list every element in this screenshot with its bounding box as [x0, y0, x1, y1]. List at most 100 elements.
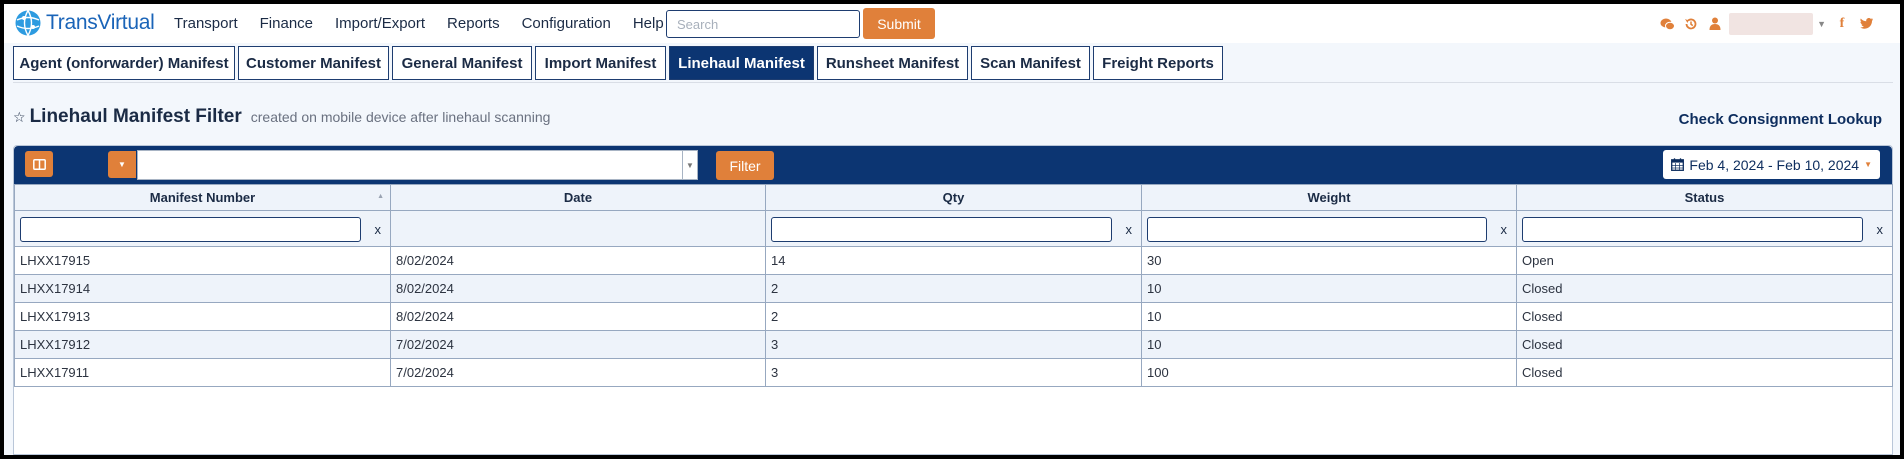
filter-input-manifest-number[interactable] [20, 217, 361, 242]
cell-status: Closed [1516, 302, 1893, 331]
clear-filter-weight[interactable]: x [1501, 222, 1508, 237]
tab-general-manifest[interactable]: General Manifest [392, 46, 532, 80]
col-header-date[interactable]: Date [390, 184, 766, 211]
page-heading: ☆ Linehaul Manifest Filter created on mo… [13, 106, 550, 128]
page-title: Linehaul Manifest Filter [29, 106, 242, 127]
table-row[interactable]: LHXX17915 8/02/2024 14 30 Open [14, 246, 1893, 275]
tab-linehaul-manifest[interactable]: Linehaul Manifest [669, 46, 814, 80]
filter-cell-qty: x [765, 210, 1142, 247]
cell-manifest-number[interactable]: LHXX17913 [14, 302, 391, 331]
date-caret-icon: ▼ [1864, 160, 1872, 169]
column-filter-row: x x x x [14, 210, 1893, 247]
filter-cell-date [390, 210, 766, 247]
cell-date: 8/02/2024 [390, 274, 766, 303]
clear-filter-manifest-number[interactable]: x [375, 222, 382, 237]
user-menu-caret-icon[interactable]: ▼ [1817, 19, 1826, 29]
nav-reports[interactable]: Reports [447, 15, 500, 32]
tab-runsheet-manifest[interactable]: Runsheet Manifest [817, 46, 968, 80]
top-icons: ▼ f [1651, 4, 1874, 43]
twitter-icon[interactable] [1858, 16, 1874, 32]
tab-customer-manifest[interactable]: Customer Manifest [238, 46, 389, 80]
clear-filter-qty[interactable]: x [1126, 222, 1133, 237]
cell-qty: 3 [765, 358, 1142, 387]
favorite-star-icon[interactable]: ☆ [13, 109, 26, 126]
table-header-row: Manifest Number ▲ Date Qty Weight Status [14, 184, 1893, 211]
cell-status: Open [1516, 246, 1893, 275]
col-header-weight[interactable]: Weight [1141, 184, 1517, 211]
col-header-manifest-number[interactable]: Manifest Number ▲ [14, 184, 391, 211]
facebook-icon[interactable]: f [1834, 16, 1850, 32]
col-header-status[interactable]: Status [1516, 184, 1893, 211]
globe-logo-icon [15, 10, 41, 36]
main-menu: Transport Finance Import/Export Reports … [174, 4, 686, 43]
caret-down-icon: ▼ [118, 160, 126, 169]
cell-weight: 100 [1141, 358, 1517, 387]
columns-icon [32, 158, 46, 170]
nav-transport[interactable]: Transport [174, 15, 238, 32]
filter-input-qty[interactable] [771, 217, 1112, 242]
saved-filter-select[interactable] [137, 150, 683, 180]
history-icon[interactable] [1683, 16, 1699, 32]
chat-icon[interactable] [1659, 16, 1675, 32]
search-input[interactable] [666, 10, 860, 38]
date-range-picker[interactable]: Feb 4, 2024 - Feb 10, 2024 ▼ [1663, 150, 1880, 179]
user-name-redacted[interactable] [1729, 12, 1814, 35]
date-range-text: Feb 4, 2024 - Feb 10, 2024 [1689, 156, 1860, 173]
filter-input-weight[interactable] [1147, 217, 1487, 242]
table-row[interactable]: LHXX17911 7/02/2024 3 100 Closed [14, 358, 1893, 387]
cell-weight: 10 [1141, 274, 1517, 303]
cell-manifest-number[interactable]: LHXX17911 [14, 358, 391, 387]
clear-filter-status[interactable]: x [1877, 222, 1884, 237]
filter-preset-dropdown-button[interactable]: ▼ [108, 151, 136, 178]
table-row[interactable]: LHXX17913 8/02/2024 2 10 Closed [14, 302, 1893, 331]
cell-date: 8/02/2024 [390, 246, 766, 275]
filter-cell-weight: x [1141, 210, 1517, 247]
nav-finance[interactable]: Finance [260, 15, 313, 32]
manifest-tabs: Agent (onforwarder) Manifest Customer Ma… [13, 46, 1226, 80]
filter-cell-manifest-number: x [14, 210, 391, 247]
page-subtitle: created on mobile device after linehaul … [250, 109, 551, 125]
user-icon[interactable] [1707, 16, 1723, 32]
filter-cell-status: x [1516, 210, 1893, 247]
tabs-divider [13, 82, 1893, 83]
sort-asc-icon[interactable]: ▲ [377, 193, 384, 200]
app-window: TransVirtual Transport Finance Import/Ex… [4, 4, 1900, 455]
cell-weight: 10 [1141, 302, 1517, 331]
filter-input-status[interactable] [1522, 217, 1863, 242]
cell-status: Closed [1516, 274, 1893, 303]
cell-manifest-number[interactable]: LHXX17914 [14, 274, 391, 303]
tab-freight-reports[interactable]: Freight Reports [1093, 46, 1223, 80]
table-row[interactable]: LHXX17912 7/02/2024 3 10 Closed [14, 330, 1893, 359]
cell-status: Closed [1516, 330, 1893, 359]
select-caret-icon[interactable]: ▼ [683, 150, 698, 180]
top-navbar: TransVirtual Transport Finance Import/Ex… [4, 4, 1900, 43]
cell-date: 8/02/2024 [390, 302, 766, 331]
tab-scan-manifest[interactable]: Scan Manifest [971, 46, 1090, 80]
submit-button[interactable]: Submit [863, 8, 935, 39]
tab-import-manifest[interactable]: Import Manifest [535, 46, 666, 80]
col-header-qty[interactable]: Qty [765, 184, 1142, 211]
tab-agent-manifest[interactable]: Agent (onforwarder) Manifest [13, 46, 235, 80]
cell-qty: 2 [765, 274, 1142, 303]
manifest-table: Manifest Number ▲ Date Qty Weight Status … [14, 184, 1893, 387]
cell-date: 7/02/2024 [390, 330, 766, 359]
cell-qty: 14 [765, 246, 1142, 275]
nav-help[interactable]: Help [633, 15, 664, 32]
nav-import-export[interactable]: Import/Export [335, 15, 425, 32]
cell-weight: 30 [1141, 246, 1517, 275]
cell-weight: 10 [1141, 330, 1517, 359]
column-chooser-button[interactable] [25, 151, 53, 177]
table-row[interactable]: LHXX17914 8/02/2024 2 10 Closed [14, 274, 1893, 303]
check-consignment-lookup-link[interactable]: Check Consignment Lookup [1679, 111, 1882, 128]
calendar-icon [1671, 158, 1685, 171]
brand-name: TransVirtual [46, 11, 155, 34]
cell-date: 7/02/2024 [390, 358, 766, 387]
nav-configuration[interactable]: Configuration [522, 15, 611, 32]
cell-manifest-number[interactable]: LHXX17915 [14, 246, 391, 275]
filter-button[interactable]: Filter [716, 151, 774, 180]
cell-manifest-number[interactable]: LHXX17912 [14, 330, 391, 359]
brand-logo[interactable]: TransVirtual [14, 9, 155, 37]
manifest-panel: ▼ ▼ Filter Feb 4, 2024 - Feb 10, 2024 ▼ … [13, 145, 1893, 455]
cell-qty: 2 [765, 302, 1142, 331]
cell-qty: 3 [765, 330, 1142, 359]
